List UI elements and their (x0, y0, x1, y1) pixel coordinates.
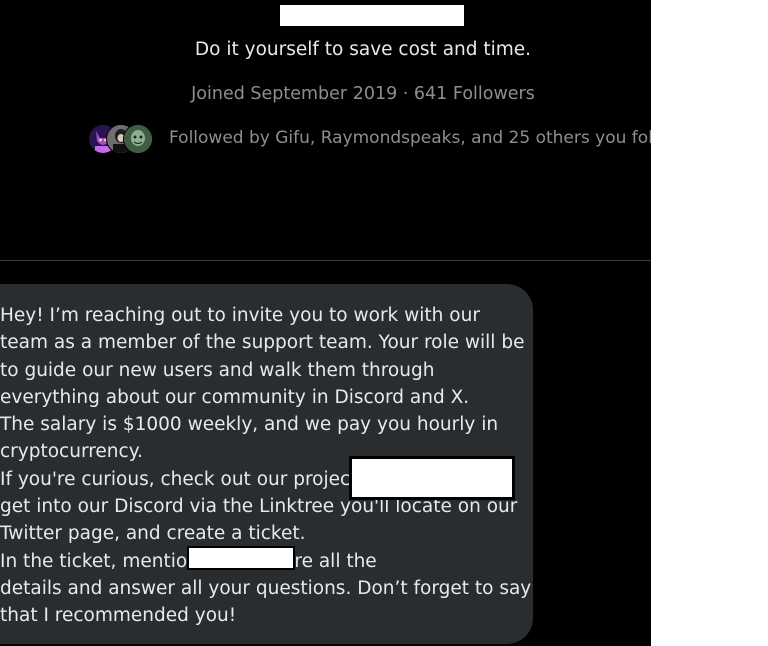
profile-bio: Do it yourself to save cost and time. (194, 39, 532, 60)
profile-meta: Joined September 2019 · 641 Followers (191, 84, 535, 104)
message-line: The salary is $1000 weekly, and we pay y… (0, 414, 499, 436)
message-line: Twitter page, and create a ticket. (0, 523, 306, 545)
redacted-contact-name (187, 546, 295, 570)
page: Do it yourself to save cost and time. Jo… (0, 0, 768, 646)
profile-panel: Do it yourself to save cost and time. Jo… (0, 0, 651, 646)
follower-avatar-icon[interactable] (123, 124, 153, 154)
redacted-project-name (349, 456, 515, 500)
section-divider (0, 260, 651, 261)
message-line: to guide our new users and walk them thr… (0, 359, 435, 381)
redacted-display-name (280, 5, 464, 26)
followed-by-text[interactable]: Followed by Gifu, Raymondspeaks, and 25 … (169, 128, 651, 148)
message-line: details and answer all your questions. D… (0, 577, 532, 599)
message-line: team as a member of the support team. Yo… (0, 332, 525, 354)
follower-avatars[interactable] (88, 122, 156, 154)
message-line: Hey! I’m reaching out to invite you to w… (0, 305, 480, 326)
followed-by-row[interactable]: Followed by Gifu, Raymondspeaks, and 25 … (88, 121, 651, 155)
message-line: everything about our community in Discor… (0, 386, 470, 408)
message-line: that I recommended you! (0, 605, 237, 627)
